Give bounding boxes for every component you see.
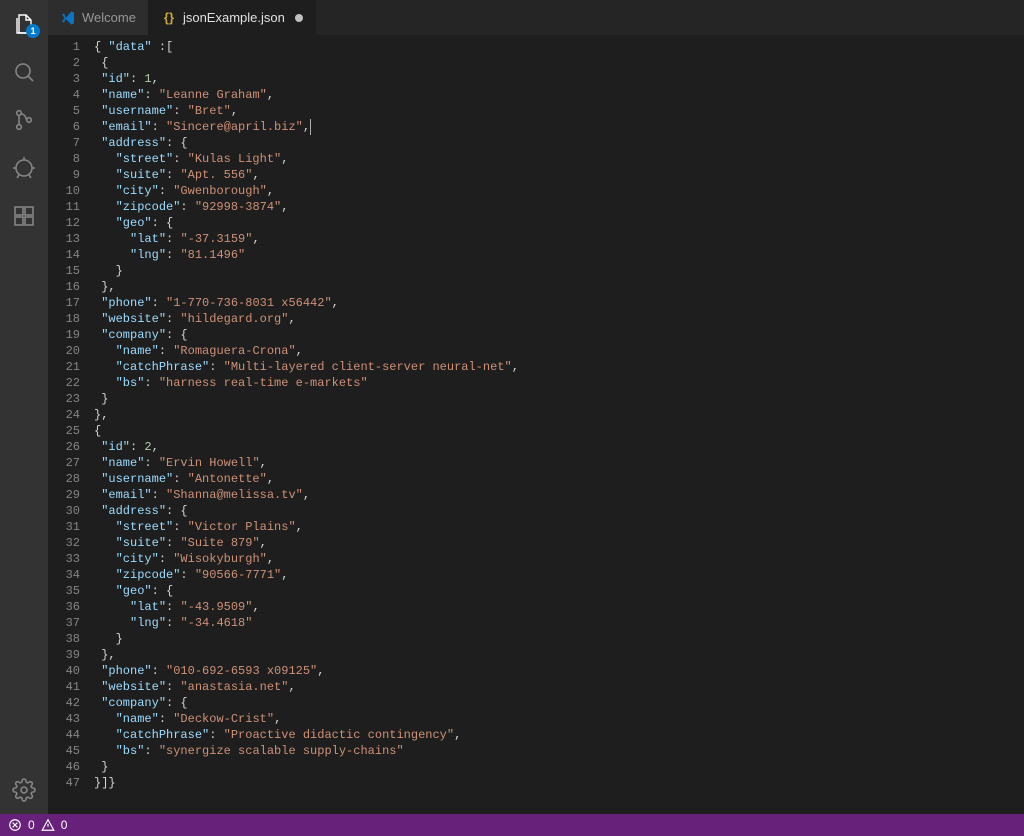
vscode-icon [60,10,76,26]
tab-label: Welcome [82,10,136,25]
debug-icon[interactable] [0,144,48,192]
explorer-icon[interactable]: 1 [0,0,48,48]
code-content[interactable]: { "data" :[ { "id": 1, "name": "Leanne G… [94,35,1024,814]
tab-bar: Welcome {} jsonExample.json [48,0,1024,35]
activity-bar: 1 [0,0,48,814]
search-icon[interactable] [0,48,48,96]
error-count[interactable]: 0 [28,818,35,832]
tab-label: jsonExample.json [183,10,285,25]
text-cursor [310,119,311,135]
source-control-icon[interactable] [0,96,48,144]
extensions-icon[interactable] [0,192,48,240]
explorer-badge: 1 [26,24,40,38]
tab-welcome[interactable]: Welcome [48,0,149,35]
app-root: { "tabs": [ { "label": "Welcome", "kind"… [0,0,1024,836]
warning-count[interactable]: 0 [61,818,68,832]
json-braces-icon: {} [161,10,177,26]
status-bar: 0 0 [0,814,1024,836]
warning-icon[interactable] [41,818,55,832]
tab-json-file[interactable]: {} jsonExample.json [149,0,316,35]
code-editor[interactable]: 1234567891011121314151617181920212223242… [48,35,1024,814]
error-icon[interactable] [8,818,22,832]
settings-gear-icon[interactable] [0,766,48,814]
activity-bar-top: 1 [0,0,48,766]
workbench: 1 [0,0,1024,814]
modified-dot-icon [295,14,303,22]
editor-group: Welcome {} jsonExample.json 123456789101… [48,0,1024,814]
line-number-gutter: 1234567891011121314151617181920212223242… [48,35,94,814]
